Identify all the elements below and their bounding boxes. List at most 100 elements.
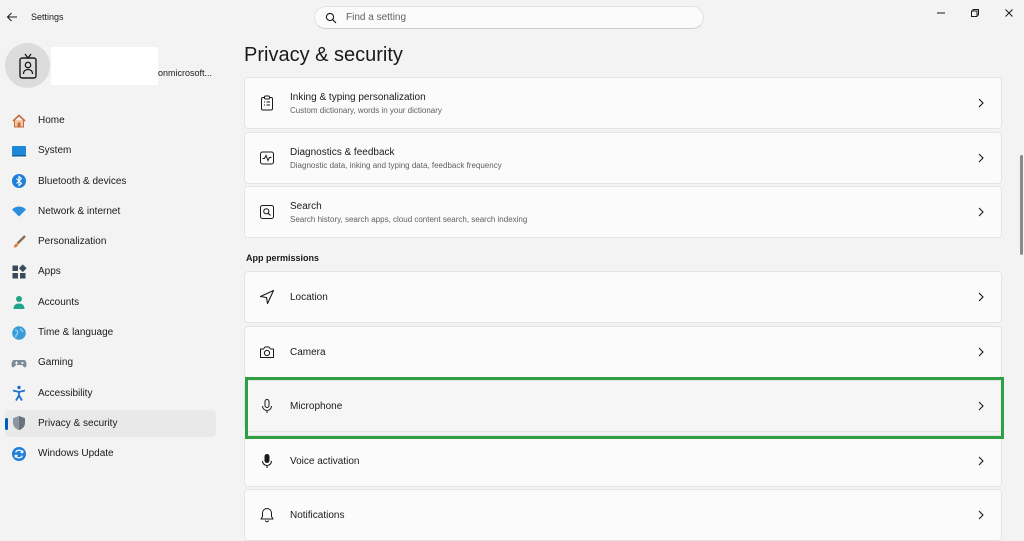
- globe-icon: [11, 325, 27, 341]
- clipboard-icon: [259, 95, 275, 111]
- card-text: Microphone: [290, 401, 975, 412]
- active-indicator: [5, 417, 8, 430]
- card-description: Search history, search apps, cloud conte…: [290, 214, 528, 224]
- card-title: Notifications: [290, 509, 345, 521]
- system-icon: [11, 143, 27, 159]
- badge-icon: [18, 53, 37, 79]
- close-icon: [1005, 9, 1013, 17]
- shield-icon: [11, 415, 27, 431]
- search-input[interactable]: Find a setting: [314, 6, 704, 29]
- minimize-button[interactable]: [929, 5, 953, 21]
- card-text: Search Search history, search apps, clou…: [290, 201, 975, 224]
- sidebar-item-apps[interactable]: Apps: [5, 258, 216, 285]
- sidebar-item-label: Bluetooth & devices: [38, 175, 127, 187]
- sidebar-item-bluetooth[interactable]: Bluetooth & devices: [5, 168, 216, 195]
- sidebar-item-label: Accounts: [38, 296, 80, 308]
- bell-icon: [259, 507, 275, 523]
- restore-icon: [971, 9, 979, 17]
- sidebar-item-system[interactable]: System: [5, 137, 216, 164]
- permission-camera[interactable]: Camera: [244, 326, 1002, 378]
- scrollbar-thumb[interactable]: [1020, 155, 1023, 255]
- card-inking-typing[interactable]: Inking & typing personalization Custom d…: [244, 77, 1002, 129]
- sidebar-item-time-language[interactable]: Time & language: [5, 319, 216, 346]
- sidebar-nav: Home System Bluetooth & devices Network …: [5, 107, 216, 471]
- search-placeholder: Find a setting: [346, 12, 407, 23]
- card-diagnostics-feedback[interactable]: Diagnostics & feedback Diagnostic data, …: [244, 132, 1002, 184]
- card-title: Diagnostics & feedback: [290, 146, 395, 158]
- account-email: onmicrosoft...: [158, 68, 213, 78]
- page-title: Privacy & security: [244, 44, 403, 66]
- restore-button[interactable]: [963, 5, 987, 21]
- sidebar-item-label: Network & internet: [38, 205, 121, 217]
- sidebar-item-accessibility[interactable]: Accessibility: [5, 380, 216, 407]
- search-box-icon: [259, 204, 275, 220]
- sidebar-item-label: Accessibility: [38, 387, 93, 399]
- bluetooth-icon: [11, 173, 27, 189]
- sidebar-item-label: System: [38, 145, 72, 157]
- sidebar-item-gaming[interactable]: Gaming: [5, 349, 216, 376]
- card-title: Inking & typing personalization: [290, 91, 426, 103]
- card-description: Custom dictionary, words in your diction…: [290, 105, 442, 115]
- microphone-icon: [259, 398, 275, 414]
- sidebar-item-label: Personalization: [38, 236, 107, 248]
- back-button[interactable]: [4, 9, 20, 25]
- back-arrow-icon: [6, 12, 17, 22]
- card-title: Search: [290, 200, 322, 212]
- voice-activation-icon: [259, 453, 275, 469]
- accounts-icon: [11, 294, 27, 310]
- location-icon: [259, 289, 275, 305]
- sidebar-item-windows-update[interactable]: Windows Update: [5, 440, 216, 467]
- sidebar-item-label: Gaming: [38, 357, 74, 369]
- card-title: Location: [290, 291, 328, 303]
- chevron-right-icon: [975, 455, 987, 467]
- accessibility-icon: [11, 385, 27, 402]
- card-description: Diagnostic data, inking and typing data,…: [290, 160, 502, 170]
- card-title: Microphone: [290, 400, 343, 412]
- section-header-app-permissions: App permissions: [246, 253, 320, 263]
- chevron-right-icon: [975, 97, 987, 109]
- chevron-right-icon: [975, 206, 987, 218]
- home-icon: [11, 113, 27, 129]
- sidebar-item-label: Time & language: [38, 327, 114, 339]
- wifi-icon: [11, 203, 27, 219]
- minimize-icon: [937, 12, 945, 14]
- card-text: Camera: [290, 347, 975, 358]
- camera-icon: [259, 344, 275, 360]
- chevron-right-icon: [975, 346, 987, 358]
- card-search[interactable]: Search Search history, search apps, clou…: [244, 186, 1002, 238]
- card-title: Camera: [290, 346, 326, 358]
- card-title: Voice activation: [290, 455, 360, 467]
- chevron-right-icon: [975, 291, 987, 303]
- card-text: Inking & typing personalization Custom d…: [290, 92, 975, 115]
- sidebar-item-label: Apps: [38, 266, 61, 278]
- sidebar-item-privacy-security[interactable]: Privacy & security: [5, 409, 216, 437]
- sidebar-item-home[interactable]: Home: [5, 107, 216, 134]
- update-icon: [11, 446, 27, 462]
- chevron-right-icon: [975, 509, 987, 521]
- gamepad-icon: [11, 355, 27, 371]
- apps-icon: [11, 264, 27, 280]
- sidebar-item-label: Privacy & security: [38, 417, 118, 429]
- avatar[interactable]: [5, 43, 50, 88]
- account-name-redacted: [51, 47, 158, 85]
- sidebar-item-network[interactable]: Network & internet: [5, 198, 216, 225]
- card-text: Voice activation: [290, 456, 975, 467]
- card-text: Notifications: [290, 510, 975, 521]
- close-button[interactable]: [997, 5, 1021, 21]
- permission-location[interactable]: Location: [244, 271, 1002, 323]
- sidebar-item-label: Windows Update: [38, 448, 114, 460]
- card-text: Diagnostics & feedback Diagnostic data, …: [290, 147, 975, 170]
- search-icon: [325, 12, 337, 23]
- permission-notifications[interactable]: Notifications: [244, 489, 1002, 541]
- sidebar-item-accounts[interactable]: Accounts: [5, 289, 216, 316]
- permission-voice-activation[interactable]: Voice activation: [244, 435, 1002, 487]
- sidebar-item-label: Home: [38, 115, 65, 126]
- app-title: Settings: [31, 12, 64, 22]
- sidebar-item-personalization[interactable]: Personalization: [5, 228, 216, 255]
- chevron-right-icon: [975, 152, 987, 164]
- chevron-right-icon: [975, 400, 987, 412]
- diagnostics-icon: [259, 150, 275, 166]
- permission-microphone[interactable]: Microphone: [244, 380, 1002, 432]
- card-text: Location: [290, 292, 975, 303]
- brush-icon: [11, 234, 27, 250]
